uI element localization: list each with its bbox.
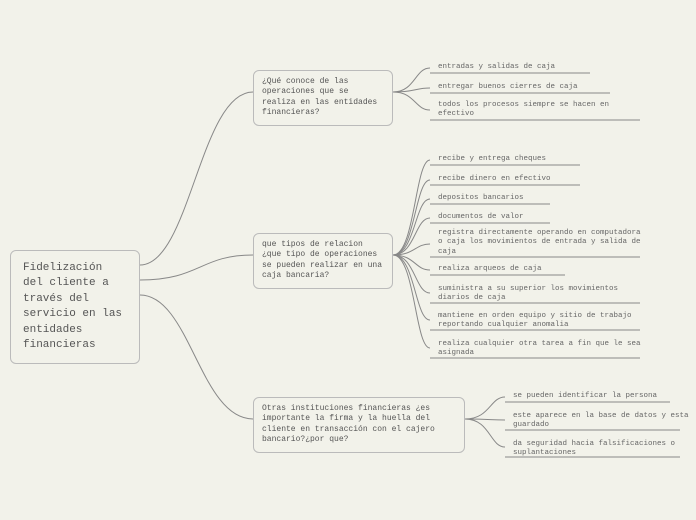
- leaf-node[interactable]: realiza cualquier otra tarea a fin que l…: [438, 340, 648, 359]
- leaf-node[interactable]: registra directamente operando en comput…: [438, 229, 648, 257]
- leaf-node[interactable]: suministra a su superior los movimientos…: [438, 285, 648, 304]
- leaf-node[interactable]: todos los procesos siempre se hacen en e…: [438, 101, 648, 120]
- branch-label: Otras instituciones financieras ¿es impo…: [262, 404, 435, 444]
- branch-label: que tipos de relacion ¿que tipo de opera…: [262, 240, 382, 280]
- branch-node-2[interactable]: Otras instituciones financieras ¿es impo…: [253, 397, 465, 453]
- root-label: Fidelización del cliente a través del se…: [23, 262, 122, 351]
- leaf-node[interactable]: realiza arqueos de caja: [438, 265, 638, 274]
- leaf-node[interactable]: documentos de valor: [438, 213, 638, 222]
- leaf-node[interactable]: entregar buenos cierres de caja: [438, 83, 638, 92]
- branch-node-1[interactable]: que tipos de relacion ¿que tipo de opera…: [253, 233, 393, 289]
- root-node[interactable]: Fidelización del cliente a través del se…: [10, 250, 140, 364]
- leaf-node[interactable]: depositos bancarios: [438, 194, 638, 203]
- leaf-node[interactable]: recibe dinero en efectivo: [438, 175, 638, 184]
- leaf-node[interactable]: este aparece en la base de datos y esta …: [513, 412, 693, 431]
- leaf-node[interactable]: se pueden identificar la persona: [513, 392, 693, 401]
- branch-node-0[interactable]: ¿Qué conoce de las operaciones que se re…: [253, 70, 393, 126]
- leaf-node[interactable]: recibe y entrega cheques: [438, 155, 638, 164]
- leaf-node[interactable]: mantiene en orden equipo y sitio de trab…: [438, 312, 648, 331]
- leaf-node[interactable]: entradas y salidas de caja: [438, 63, 638, 72]
- leaf-node[interactable]: da seguridad hacia falsificaciones o sup…: [513, 440, 693, 459]
- branch-label: ¿Qué conoce de las operaciones que se re…: [262, 77, 377, 117]
